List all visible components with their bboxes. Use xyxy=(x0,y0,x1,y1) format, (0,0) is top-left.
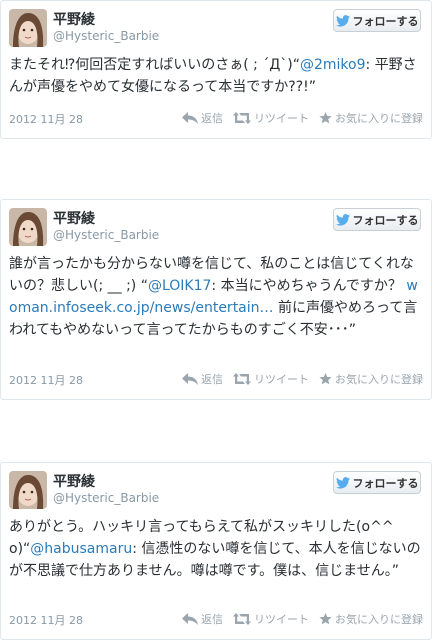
retweet-button[interactable]: リツイート xyxy=(233,371,309,387)
user-handle[interactable]: @Hysteric_Barbie xyxy=(53,29,159,43)
tweet-footer: 2012 11月 28 返信 リツイート お気に入りに登録 xyxy=(9,611,423,627)
tweet-date[interactable]: 2012 11月 28 xyxy=(9,111,83,127)
avatar[interactable] xyxy=(9,9,47,47)
user-name[interactable]: 平野綾 xyxy=(53,9,95,29)
retweet-button[interactable]: リツイート xyxy=(233,110,309,126)
mention-link[interactable]: @2miko9 xyxy=(300,57,366,73)
retweet-icon xyxy=(233,112,251,124)
retweet-icon xyxy=(233,613,251,625)
tweet-date[interactable]: 2012 11月 28 xyxy=(9,372,83,388)
mention-link[interactable]: @habusamaru xyxy=(30,541,132,557)
tweet-footer: 2012 11月 28 返信 リツイート お気に入りに登録 xyxy=(9,371,423,387)
tweet-card: 平野綾 @Hysteric_Barbie フォローする またそれ⁉何回否定すれば… xyxy=(0,0,432,139)
follow-button[interactable]: フォローする xyxy=(333,208,421,231)
reply-arrow-icon xyxy=(182,373,198,385)
reply-button[interactable]: 返信 xyxy=(182,110,223,126)
retweet-icon xyxy=(233,373,251,385)
tweet-text: またそれ⁉何回否定すればいいのさぁ( ; ´Д`)“@2miko9: 平野さんが… xyxy=(9,57,417,95)
tweet-text: 誰が言ったかも分からない噂を信じて、私のことは信じてくれないの？悲しい(; __… xyxy=(9,256,418,338)
star-icon xyxy=(319,373,332,385)
user-handle[interactable]: @Hysteric_Barbie xyxy=(53,491,159,505)
favorite-button[interactable]: お気に入りに登録 xyxy=(319,611,423,627)
twitter-bird-icon xyxy=(335,14,350,27)
follow-label: フォローする xyxy=(352,14,419,28)
tweet-date[interactable]: 2012 11月 28 xyxy=(9,612,83,628)
star-icon xyxy=(319,613,332,625)
star-icon xyxy=(319,112,332,124)
reply-button[interactable]: 返信 xyxy=(182,371,223,387)
reply-button[interactable]: 返信 xyxy=(182,611,223,627)
follow-button[interactable]: フォローする xyxy=(333,9,421,32)
follow-button[interactable]: フォローする xyxy=(333,471,421,494)
tweet-text: ありがとう。ハッキリ言ってもらえて私がスッキリした(o^^o)“@habusam… xyxy=(9,519,421,579)
twitter-bird-icon xyxy=(335,213,350,226)
tweet-footer: 2012 11月 28 返信 リツイート お気に入りに登録 xyxy=(9,110,423,126)
follow-label: フォローする xyxy=(352,476,419,490)
avatar[interactable] xyxy=(9,208,47,246)
follow-label: フォローする xyxy=(352,213,419,227)
user-name[interactable]: 平野綾 xyxy=(53,208,95,228)
user-name[interactable]: 平野綾 xyxy=(53,471,95,491)
reply-arrow-icon xyxy=(182,613,198,625)
favorite-button[interactable]: お気に入りに登録 xyxy=(319,371,423,387)
twitter-bird-icon xyxy=(335,476,350,489)
avatar[interactable] xyxy=(9,471,47,509)
mention-link[interactable]: @LOIK17 xyxy=(148,278,211,294)
favorite-button[interactable]: お気に入りに登録 xyxy=(319,110,423,126)
reply-arrow-icon xyxy=(182,112,198,124)
tweet-card: 平野綾 @Hysteric_Barbie フォローする 誰が言ったかも分からない… xyxy=(0,199,432,400)
retweet-button[interactable]: リツイート xyxy=(233,611,309,627)
tweet-card: 平野綾 @Hysteric_Barbie フォローする ありがとう。ハッキリ言っ… xyxy=(0,462,432,640)
user-handle[interactable]: @Hysteric_Barbie xyxy=(53,228,159,242)
